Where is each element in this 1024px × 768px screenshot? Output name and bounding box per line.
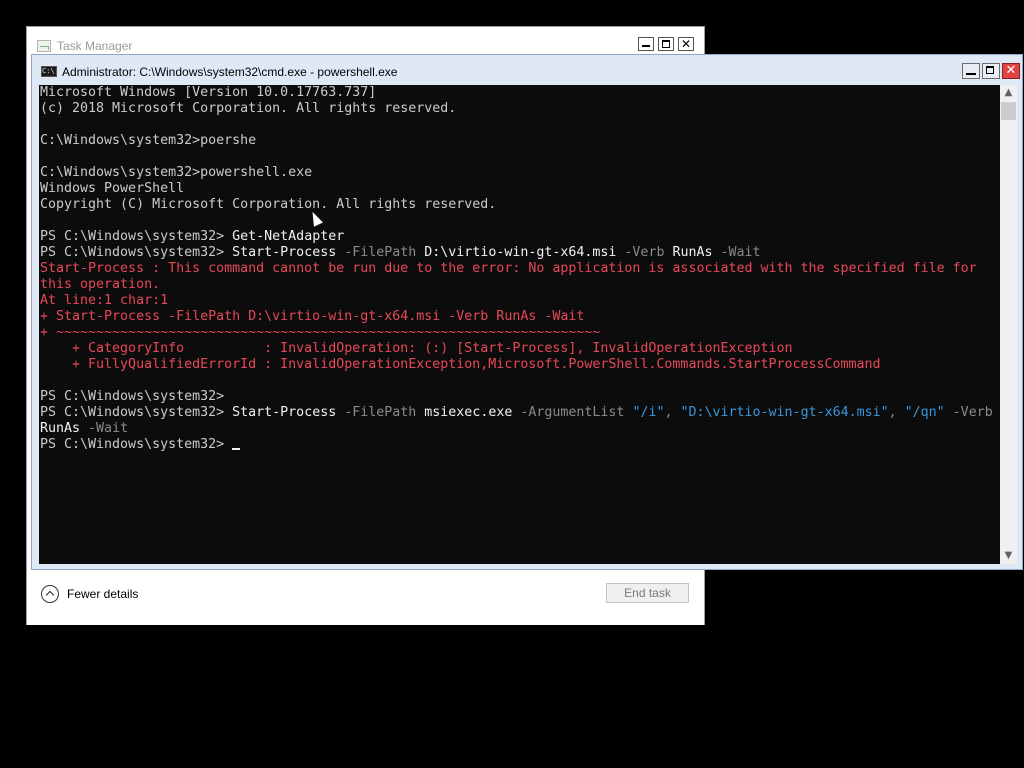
console-text: C:\Windows\system32>poershe bbox=[40, 133, 257, 148]
console-line: + CategoryInfo : InvalidOperation: (:) [… bbox=[40, 341, 993, 357]
console-text: At line:1 char:1 bbox=[40, 293, 169, 308]
console-text: "/i" bbox=[632, 405, 665, 420]
console-text: -ArgumentList bbox=[520, 405, 633, 420]
cmd-titlebar[interactable]: C:\ Administrator: C:\Windows\system32\c… bbox=[32, 55, 1022, 85]
maximize-icon[interactable] bbox=[982, 63, 1000, 79]
minimize-icon[interactable] bbox=[638, 37, 654, 51]
console-line: At line:1 char:1 bbox=[40, 293, 993, 309]
console-text: this operation. bbox=[40, 277, 161, 292]
console-text: C:\Windows\system32>powershell.exe bbox=[40, 165, 313, 180]
console-text: Microsoft Windows [Version 10.0.17763.73… bbox=[40, 85, 377, 100]
console-line: PS C:\Windows\system32> bbox=[40, 437, 993, 453]
task-manager-icon bbox=[37, 40, 51, 52]
console-line: Start-Process : This command cannot be r… bbox=[40, 261, 993, 277]
task-manager-footer: Fewer details End task bbox=[27, 571, 704, 625]
console-line: PS C:\Windows\system32> Get-NetAdapter bbox=[40, 229, 993, 245]
close-icon[interactable]: ✕ bbox=[678, 37, 694, 51]
console-text: Get-NetAdapter bbox=[232, 229, 345, 244]
cmd-window[interactable]: C:\ Administrator: C:\Windows\system32\c… bbox=[31, 54, 1023, 570]
console-text: Start-Process bbox=[232, 245, 345, 260]
console-text: + CategoryInfo : InvalidOperation: (:) [… bbox=[40, 341, 793, 356]
console-text: PS C:\Windows\system32> bbox=[40, 405, 233, 420]
console-line: RunAs -Wait bbox=[40, 421, 993, 437]
minimize-icon[interactable] bbox=[962, 63, 980, 79]
console-text: Start-Process bbox=[232, 405, 345, 420]
console-text: Windows PowerShell bbox=[40, 181, 185, 196]
console-lines: Microsoft Windows [Version 10.0.17763.73… bbox=[40, 85, 993, 453]
console-text: PS C:\Windows\system32> bbox=[40, 229, 233, 244]
console-text: PS C:\Windows\system32> bbox=[40, 437, 233, 452]
console-text: , bbox=[888, 405, 905, 420]
text-cursor bbox=[232, 448, 241, 450]
console-text: PS C:\Windows\system32> bbox=[40, 245, 233, 260]
console-text: -Verb bbox=[624, 245, 673, 260]
console-text: "D:\virtio-win-gt-x64.msi" bbox=[680, 405, 889, 420]
console-line: PS C:\Windows\system32> Start-Process -F… bbox=[40, 405, 993, 421]
close-icon[interactable]: ✕ bbox=[1002, 63, 1020, 79]
console-text: msiexec.exe bbox=[424, 405, 521, 420]
console-line: Copyright (C) Microsoft Corporation. All… bbox=[40, 197, 993, 213]
console-text: -Wait bbox=[720, 245, 761, 260]
console-text: + ~~~~~~~~~~~~~~~~~~~~~~~~~~~~~~~~~~~~~~… bbox=[40, 325, 601, 340]
console-text: (c) 2018 Microsoft Corporation. All righ… bbox=[40, 101, 457, 116]
console-text: -FilePath bbox=[344, 245, 425, 260]
vertical-scrollbar[interactable]: ▲ ▼ bbox=[1000, 85, 1017, 564]
scroll-up-icon[interactable]: ▲ bbox=[1000, 85, 1017, 101]
console-text: PS C:\Windows\system32> bbox=[40, 389, 225, 404]
console-text: "/qn" bbox=[904, 405, 945, 420]
console-text: Start-Process : This command cannot be r… bbox=[40, 261, 977, 276]
cmd-window-controls: ✕ bbox=[962, 63, 1020, 79]
console-line: (c) 2018 Microsoft Corporation. All righ… bbox=[40, 101, 993, 117]
fewer-details-label: Fewer details bbox=[67, 587, 139, 601]
console-line: C:\Windows\system32>poershe bbox=[40, 133, 993, 149]
console-line: Windows PowerShell bbox=[40, 181, 993, 197]
console-line: + Start-Process -FilePath D:\virtio-win-… bbox=[40, 309, 993, 325]
console-line: + ~~~~~~~~~~~~~~~~~~~~~~~~~~~~~~~~~~~~~~… bbox=[40, 325, 993, 341]
console-output[interactable]: Microsoft Windows [Version 10.0.17763.73… bbox=[39, 85, 1000, 564]
console-line: this operation. bbox=[40, 277, 993, 293]
fewer-details-button[interactable]: Fewer details bbox=[41, 585, 138, 603]
end-task-button[interactable]: End task bbox=[606, 583, 689, 603]
console-text: + Start-Process -FilePath D:\virtio-win-… bbox=[40, 309, 585, 324]
scrollbar-thumb[interactable] bbox=[1001, 102, 1016, 120]
console-text: -Verb bbox=[944, 405, 993, 420]
console-line: PS C:\Windows\system32> bbox=[40, 389, 993, 405]
chevron-up-icon bbox=[41, 585, 59, 603]
maximize-icon[interactable] bbox=[658, 37, 674, 51]
console-line: Microsoft Windows [Version 10.0.17763.73… bbox=[40, 85, 993, 101]
console-line: + FullyQualifiedErrorId : InvalidOperati… bbox=[40, 357, 993, 373]
console-text: D:\virtio-win-gt-x64.msi bbox=[424, 245, 625, 260]
cmd-icon: C:\ bbox=[41, 66, 57, 77]
console-text: RunAs bbox=[40, 421, 89, 436]
console-line: PS C:\Windows\system32> Start-Process -F… bbox=[40, 245, 993, 261]
console-text: -FilePath bbox=[344, 405, 425, 420]
console-text: RunAs bbox=[672, 245, 721, 260]
console-line: C:\Windows\system32>powershell.exe bbox=[40, 165, 993, 181]
console-text: , bbox=[664, 405, 681, 420]
cmd-window-title: Administrator: C:\Windows\system32\cmd.e… bbox=[62, 65, 398, 79]
scroll-down-icon[interactable]: ▼ bbox=[1000, 548, 1017, 564]
task-manager-window-controls: ✕ bbox=[638, 37, 694, 51]
console-text: -Wait bbox=[88, 421, 129, 436]
task-manager-title: Task Manager bbox=[57, 39, 133, 53]
console-text: Copyright (C) Microsoft Corporation. All… bbox=[40, 197, 497, 212]
console-text: + FullyQualifiedErrorId : InvalidOperati… bbox=[40, 357, 881, 372]
